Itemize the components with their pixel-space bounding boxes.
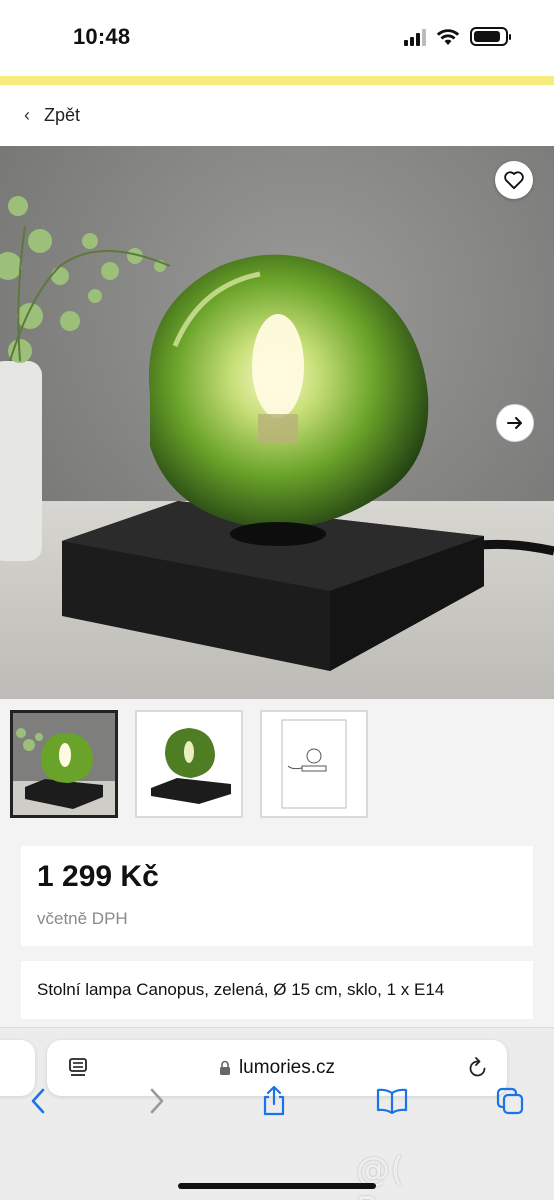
thumbnail-2[interactable] — [135, 710, 243, 818]
lamp-lifestyle-photo — [0, 146, 554, 699]
back-link[interactable]: Zpět — [44, 105, 80, 126]
vat-note: včetně DPH — [37, 909, 128, 928]
browser-back-button[interactable] — [20, 1083, 56, 1119]
book-icon — [376, 1088, 408, 1114]
lamp-product-photo — [137, 712, 241, 816]
thumbnail-1[interactable] — [10, 710, 118, 818]
product-title: Stolní lampa Canopus, zelená, Ø 15 cm, s… — [37, 980, 445, 999]
heart-icon — [504, 171, 524, 190]
reload-icon[interactable] — [467, 1056, 489, 1080]
thumbnail-3[interactable] — [260, 710, 368, 818]
price-card: 1 299 Kč včetně DPH — [21, 846, 533, 946]
url-display: lumories.cz — [47, 1057, 507, 1079]
accent-strip — [0, 76, 554, 85]
status-icons — [404, 27, 511, 46]
cellular-signal-icon — [404, 28, 426, 46]
battery-level — [474, 31, 500, 42]
product-title-card: Stolní lampa Canopus, zelená, Ø 15 cm, s… — [21, 961, 533, 1019]
battery-icon — [470, 27, 511, 46]
tabs-button[interactable] — [492, 1083, 528, 1119]
status-bar: 10:48 — [0, 0, 554, 76]
browser-forward-button[interactable] — [139, 1083, 175, 1119]
favorite-button[interactable] — [495, 161, 533, 199]
share-button[interactable] — [256, 1083, 292, 1119]
home-indicator[interactable] — [178, 1183, 376, 1189]
lock-icon — [219, 1060, 230, 1075]
chevron-left-icon: ‹ — [24, 105, 30, 125]
product-main-image[interactable] — [0, 146, 554, 699]
next-image-button[interactable] — [496, 404, 534, 442]
chevron-right-icon — [150, 1088, 164, 1114]
thumbnail-strip — [0, 699, 554, 829]
bookmarks-button[interactable] — [374, 1083, 410, 1119]
back-navigation[interactable]: ‹ Zpět — [0, 85, 554, 146]
wifi-icon — [436, 28, 460, 45]
arrow-right-icon — [507, 417, 522, 429]
status-time: 10:48 — [73, 24, 131, 49]
tabs-icon — [496, 1087, 524, 1115]
lamp-lifestyle-photo — [13, 713, 115, 815]
chevron-left-icon — [31, 1088, 45, 1114]
share-icon — [263, 1085, 285, 1116]
lamp-dimension-drawing — [262, 712, 366, 816]
product-price: 1 299 Kč — [37, 860, 159, 893]
url-text: lumories.cz — [238, 1057, 336, 1078]
watermark: @( Bazos.cz — [356, 1150, 507, 1200]
